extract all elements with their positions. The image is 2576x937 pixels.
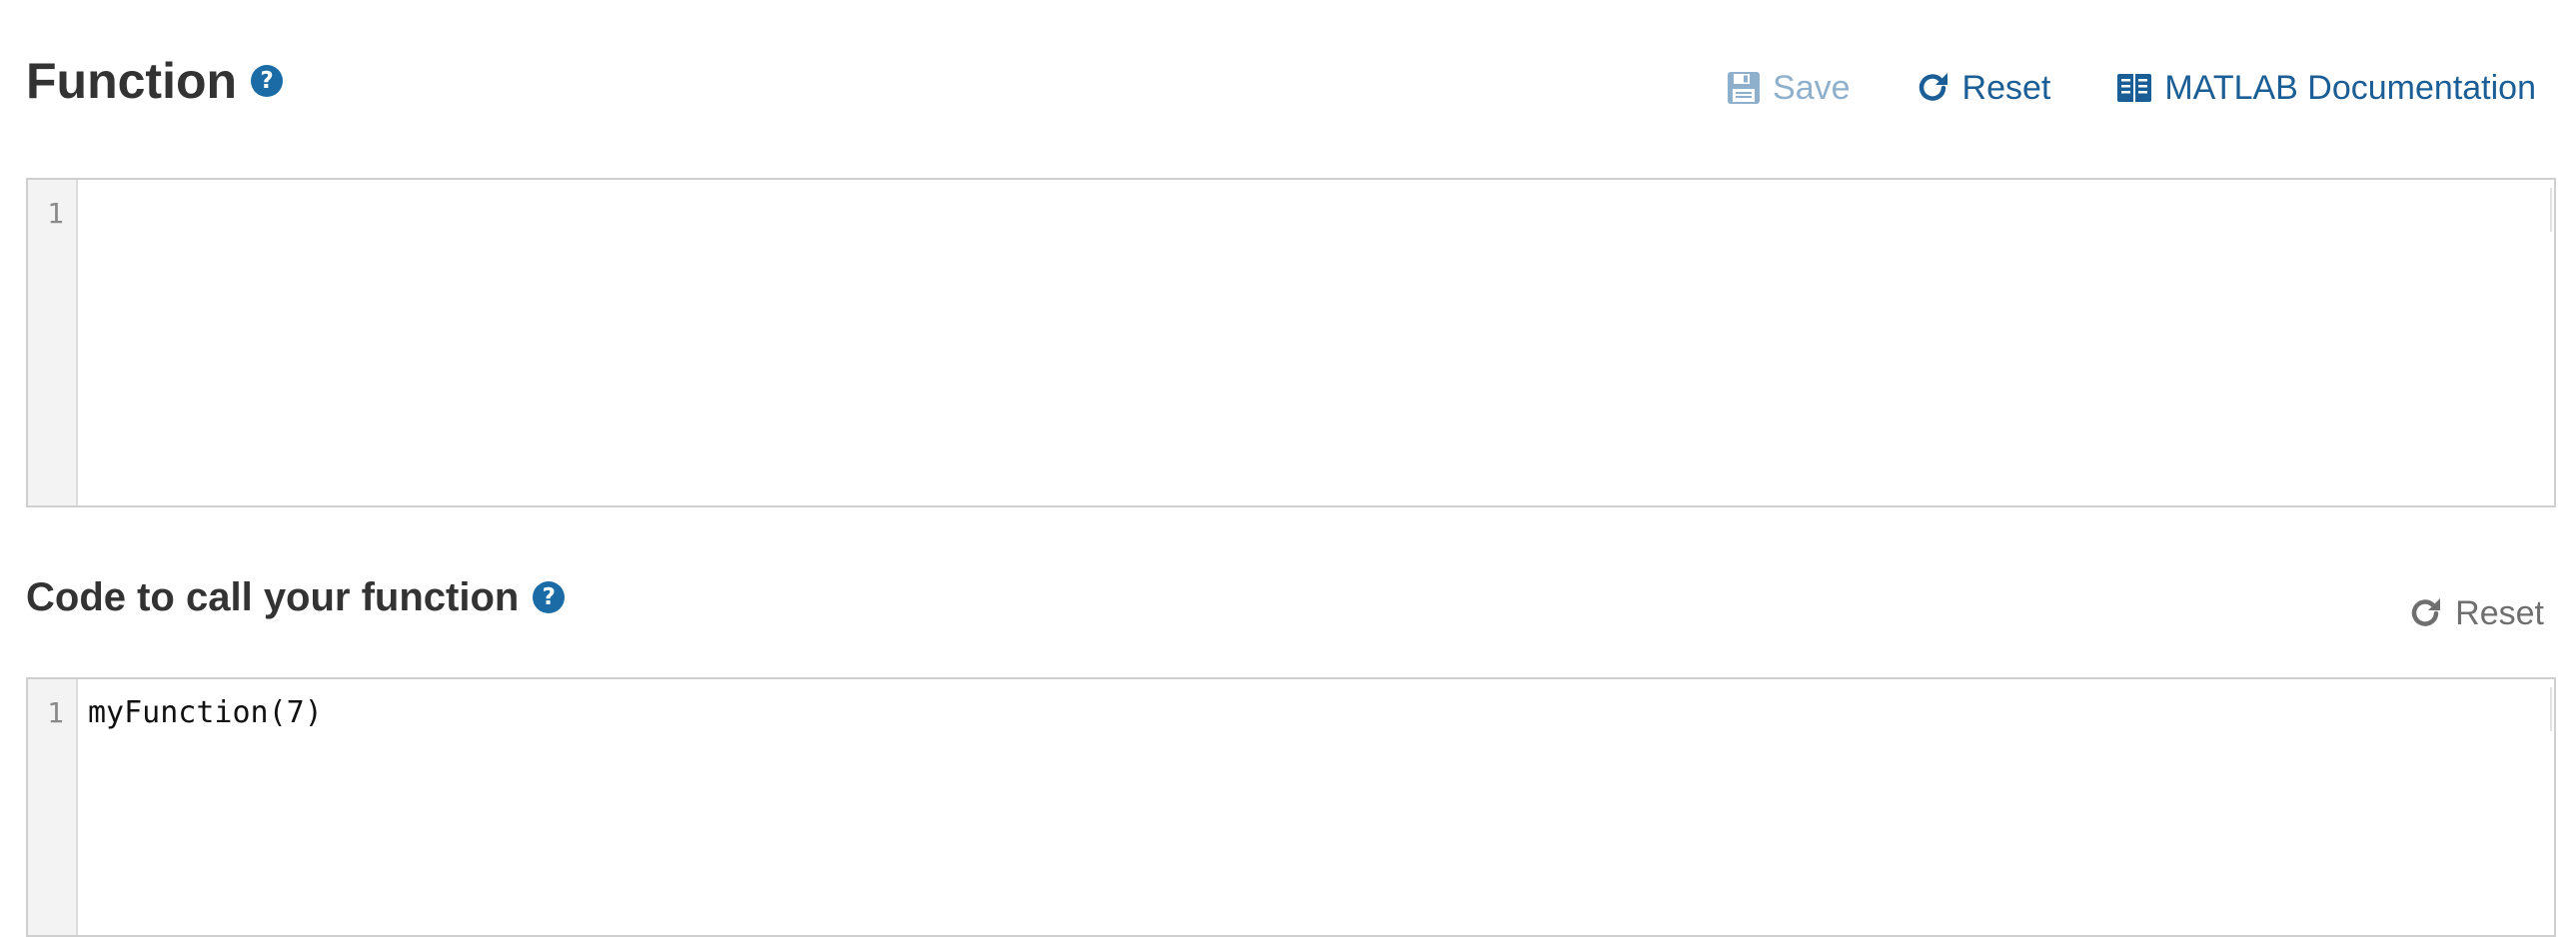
book-icon — [2116, 71, 2152, 105]
save-label: Save — [1773, 69, 1851, 107]
function-toolbar: Save Reset MATLAB Documentation — [1727, 66, 2536, 110]
editor-gutter: 1 — [28, 180, 78, 505]
editor-scrollbar[interactable] — [2550, 188, 2552, 232]
editor-gutter: 1 — [28, 679, 78, 935]
redo-icon — [1917, 71, 1950, 105]
reset-label: Reset — [1961, 69, 2051, 107]
redo-icon — [2409, 596, 2443, 630]
reset-call-label: Reset — [2455, 594, 2544, 632]
doc-label: MATLAB Documentation — [2164, 69, 2536, 107]
line-number: 1 — [47, 197, 64, 230]
reset-call-button[interactable]: Reset — [2409, 591, 2544, 635]
call-code[interactable]: myFunction(7) — [88, 695, 323, 731]
reset-button[interactable]: Reset — [1917, 66, 2051, 110]
save-button[interactable]: Save — [1727, 66, 1851, 110]
matlab-documentation-link[interactable]: MATLAB Documentation — [2116, 66, 2536, 110]
call-editor[interactable]: 1 myFunction(7) — [26, 677, 2556, 937]
question-circle-icon[interactable]: ? — [533, 581, 566, 613]
question-circle-icon[interactable]: ? — [251, 65, 284, 97]
call-toolbar: Reset — [2409, 591, 2544, 635]
function-title: Function ? — [26, 50, 284, 112]
call-title: Code to call your function ? — [26, 571, 566, 623]
call-title-text: Code to call your function — [26, 575, 520, 619]
function-editor[interactable]: 1 — [26, 178, 2556, 507]
editor-scrollbar[interactable] — [2550, 687, 2552, 731]
function-title-text: Function — [26, 53, 238, 109]
line-number: 1 — [47, 696, 64, 729]
floppy-disk-icon — [1727, 71, 1761, 105]
